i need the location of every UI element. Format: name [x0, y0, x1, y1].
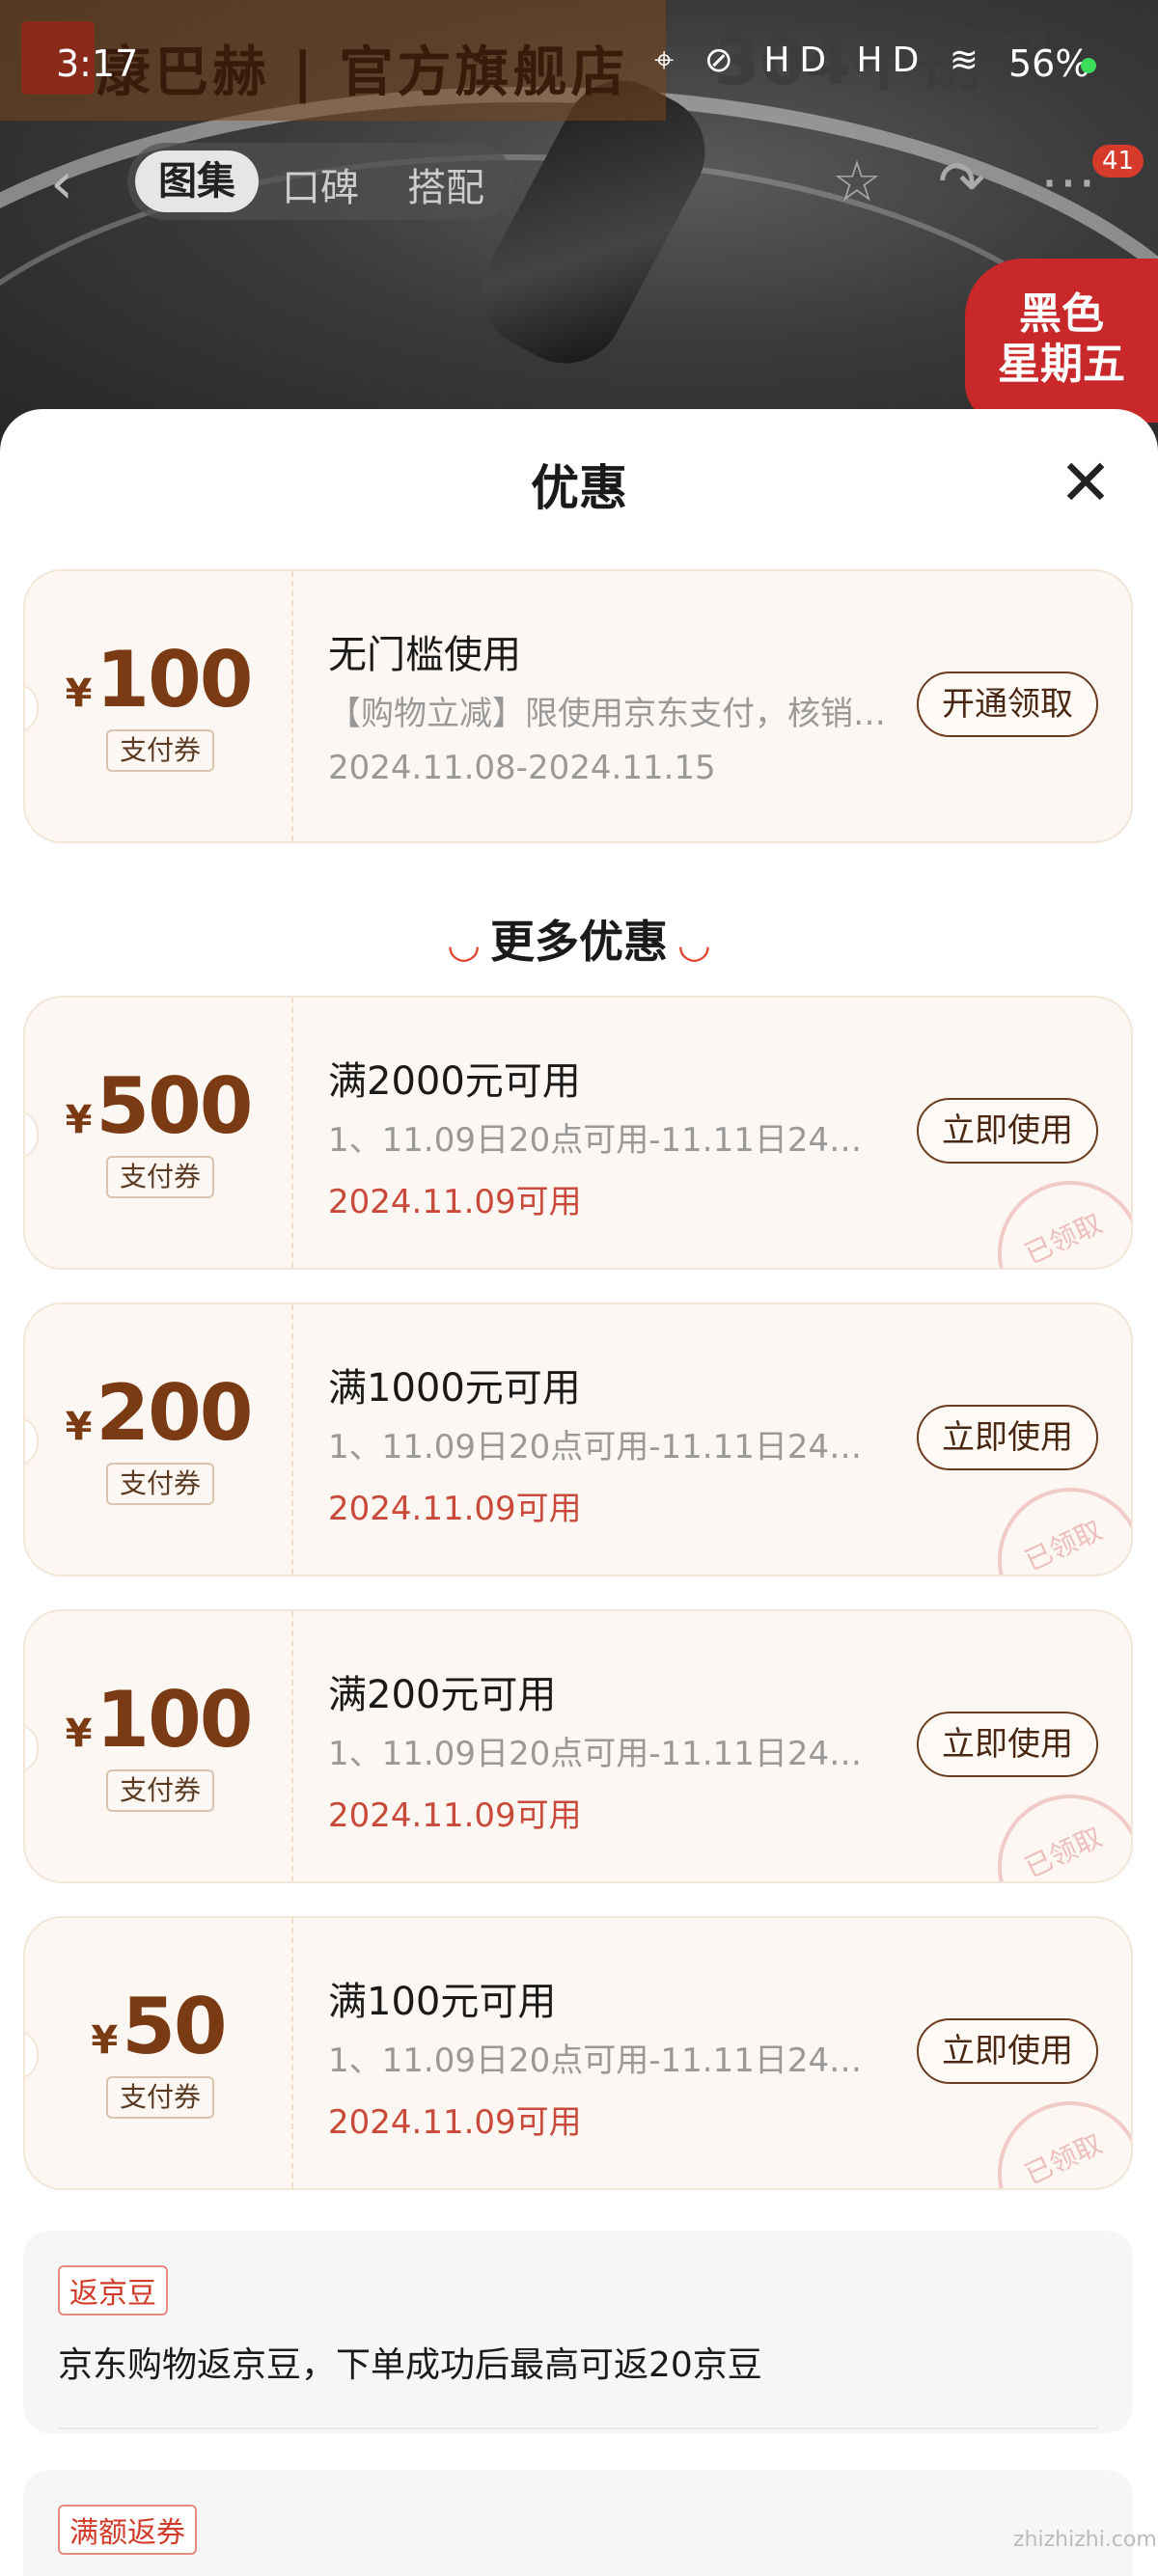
- battery-level: 56%: [1008, 42, 1090, 85]
- coupon-date: 2024.11.09可用: [328, 2103, 582, 2142]
- coupon-amount: ¥200: [25, 1368, 291, 1458]
- coupon-card: ¥500 支付券 满2000元可用 1、11.09日20点可用-11.11日24…: [23, 996, 1133, 1270]
- use-now-button[interactable]: 立即使用: [917, 1712, 1098, 1777]
- coupon-value: 500: [96, 1061, 253, 1151]
- coupon-title: 满2000元可用: [328, 1059, 581, 1104]
- status-icons: ⌖ ⊘ HD HD ≋: [654, 41, 988, 80]
- tab-matching[interactable]: 搭配: [407, 156, 484, 212]
- status-time: 3:17: [56, 42, 139, 85]
- claimed-stamp: 已领取: [974, 1464, 1131, 1575]
- coupon-divider: [291, 1611, 293, 1881]
- use-now-button[interactable]: 立即使用: [917, 1098, 1098, 1164]
- coupon-date: 2024.11.09可用: [328, 1490, 582, 1528]
- coupon-title: 满100元可用: [328, 1980, 557, 2024]
- currency-symbol: ¥: [65, 1405, 93, 1449]
- divider: [58, 2427, 1098, 2429]
- smile-left-icon: ◡: [449, 922, 479, 967]
- claim-button[interactable]: 开通领取: [917, 671, 1098, 737]
- coupon-value: 200: [96, 1368, 253, 1458]
- coupon-divider: [291, 571, 293, 841]
- tab-gallery[interactable]: 图集: [135, 151, 259, 212]
- use-now-button[interactable]: 立即使用: [917, 2018, 1098, 2084]
- coupon-desc: 1、11.09日20点可用-11.11日24点结束: [328, 1428, 888, 1466]
- coupon-divider: [291, 1304, 293, 1575]
- currency-symbol: ¥: [65, 1712, 93, 1756]
- smile-right-icon: ◡: [679, 922, 709, 967]
- more-offers-header: ◡ 更多优惠 ◡: [0, 907, 1158, 971]
- watermark: zhizhizhi.com: [1013, 2528, 1157, 2552]
- coupon-divider: [291, 998, 293, 1268]
- info-text: 京东购物返京豆，下单成功后最高可返20京豆: [58, 2345, 762, 2385]
- claimed-stamp: 已领取: [974, 1770, 1131, 1881]
- currency-symbol: ¥: [65, 671, 93, 716]
- coupon-amount: ¥100: [25, 635, 291, 725]
- coupon-amount: ¥100: [25, 1675, 291, 1765]
- more-badge: 41: [1092, 145, 1144, 178]
- status-bar: 3:17 ⌖ ⊘ HD HD ≋ 56%: [0, 0, 1158, 125]
- coupon-title: 满200元可用: [328, 1673, 557, 1717]
- gallery-tabs: 图集 口碑 搭配: [127, 143, 513, 220]
- coupon-type-badge: 支付券: [106, 1769, 214, 1812]
- share-icon[interactable]: ↷: [938, 152, 985, 210]
- coupon-amount: ¥500: [25, 1061, 291, 1151]
- tab-reviews[interactable]: 口碑: [282, 156, 359, 212]
- coupon-title: 无门槛使用: [328, 633, 521, 677]
- promo-badge-line2: 星期五: [998, 340, 1125, 389]
- info-tag: 返京豆: [58, 2265, 168, 2316]
- coupon-desc: 1、11.09日20点可用-11.11日24点结束: [328, 2042, 888, 2080]
- threshold-rebate-card[interactable]: 满额返券: [23, 2470, 1133, 2576]
- info-tag: 满额返券: [58, 2505, 197, 2555]
- coupon-date: 2024.11.09可用: [328, 1183, 582, 1221]
- coupon-date: 2024.11.09可用: [328, 1796, 582, 1835]
- coupon-card: ¥100 支付券 满200元可用 1、11.09日20点可用-11.11日24点…: [23, 1609, 1133, 1883]
- coupon-desc: 【购物立减】限使用京东支付，核销后立减: [328, 695, 888, 733]
- coupon-divider: [291, 1918, 293, 2188]
- coupon-value: 100: [96, 1675, 253, 1765]
- coupon-value: 100: [96, 635, 253, 725]
- coupon-type-badge: 支付券: [106, 2076, 214, 2119]
- close-icon[interactable]: ✕: [1052, 452, 1119, 519]
- coupon-amount: ¥50: [25, 1982, 291, 2071]
- more-icon[interactable]: ⋯: [1040, 152, 1096, 210]
- claimed-stamp: 已领取: [974, 1157, 1131, 1268]
- sheet-title: 优惠: [531, 460, 627, 516]
- coupon-card: ¥200 支付券 满1000元可用 1、11.09日20点可用-11.11日24…: [23, 1302, 1133, 1576]
- coupon-value: 50: [122, 1982, 227, 2071]
- coupon-desc: 1、11.09日20点可用-11.11日24点结束: [328, 1121, 888, 1160]
- back-arrow-icon[interactable]: ‹: [50, 154, 73, 212]
- coupon-type-badge: 支付券: [106, 729, 214, 772]
- coupon-card: ¥100 支付券 无门槛使用 【购物立减】限使用京东支付，核销后立减 2024.…: [23, 569, 1133, 843]
- promo-badge[interactable]: 黑色 星期五: [965, 259, 1158, 423]
- coupon-date: 2024.11.08-2024.11.15: [328, 749, 716, 787]
- coupon-card: ¥50 支付券 满100元可用 1、11.09日20点可用-11.11日24点结…: [23, 1916, 1133, 2190]
- coupon-type-badge: 支付券: [106, 1156, 214, 1198]
- star-icon[interactable]: ☆: [832, 152, 882, 210]
- currency-symbol: ¥: [91, 2018, 119, 2063]
- more-offers-label: 更多优惠: [490, 916, 668, 968]
- offers-sheet: 优惠 ✕ ¥100 支付券 无门槛使用 【购物立减】限使用京东支付，核销后立减 …: [0, 409, 1158, 2576]
- coupon-desc: 1、11.09日20点可用-11.11日24点结束: [328, 1735, 888, 1773]
- charging-dot-icon: [1081, 58, 1096, 73]
- currency-symbol: ¥: [65, 1098, 93, 1142]
- coupon-type-badge: 支付券: [106, 1463, 214, 1505]
- use-now-button[interactable]: 立即使用: [917, 1405, 1098, 1470]
- promo-badge-line1: 黑色: [1019, 289, 1104, 339]
- jingdou-rebate-card[interactable]: 返京豆 京东购物返京豆，下单成功后最高可返20京豆: [23, 2231, 1133, 2433]
- claimed-stamp: 已领取: [974, 2077, 1131, 2188]
- coupon-title: 满1000元可用: [328, 1366, 581, 1411]
